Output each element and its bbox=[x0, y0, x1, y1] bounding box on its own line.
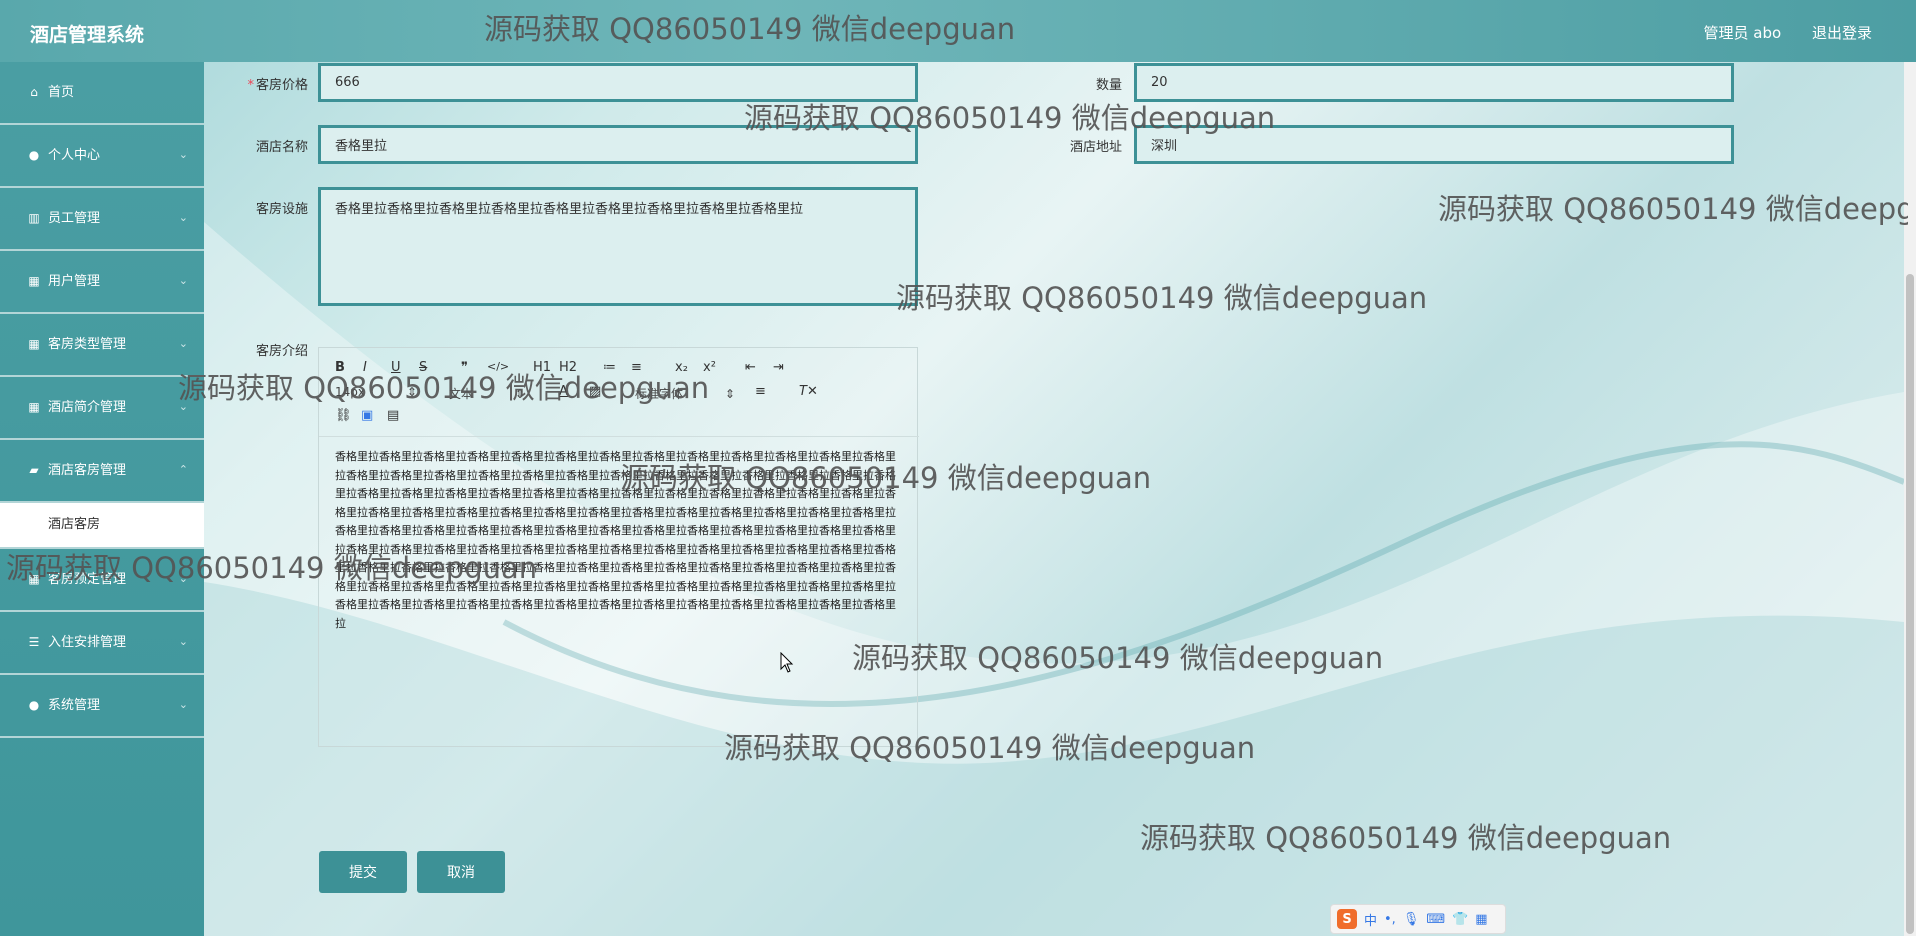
image-icon[interactable]: ▣ bbox=[361, 408, 373, 423]
header1-button[interactable]: H1 bbox=[533, 360, 551, 375]
link-icon[interactable]: ⛓ bbox=[335, 408, 352, 423]
watermark: 源码获取 QQ86050149 微信deepguan bbox=[1140, 821, 1672, 855]
watermark: 源码获取 QQ86050149 微信deepguan bbox=[896, 281, 1428, 315]
comment-icon: ▰ bbox=[29, 463, 39, 477]
shirt-icon[interactable]: 👕 bbox=[1452, 912, 1468, 927]
align-button[interactable]: ≡ bbox=[755, 384, 766, 399]
sidebar-item-hotel-intro[interactable]: ▦ 酒店简介管理 ⌄ bbox=[0, 377, 204, 440]
cancel-button[interactable]: 取消 bbox=[417, 851, 505, 893]
top-bar: 酒店管理系统 管理员 abo 退出登录 bbox=[0, 0, 1916, 62]
home-icon: ⌂ bbox=[30, 85, 38, 99]
chevron-down-icon: ⌄ bbox=[178, 148, 188, 161]
price-input[interactable]: 666 bbox=[318, 63, 918, 102]
sidebar-item-personal[interactable]: ● 个人中心 ⌄ bbox=[0, 125, 204, 188]
quantity-input[interactable]: 20 bbox=[1134, 63, 1734, 102]
hotel-address-label: 酒店地址 bbox=[1069, 140, 1122, 155]
punctuation-icon[interactable]: •, bbox=[1384, 912, 1396, 927]
sidebar-item-hotel-rooms[interactable]: ▰ 酒店客房管理 ⌃ bbox=[0, 440, 204, 503]
select-arrow-icon: ⇕ bbox=[724, 387, 735, 401]
blockquote-button[interactable]: ❞ bbox=[461, 360, 468, 375]
price-label: * 客房价格 bbox=[247, 78, 308, 93]
ime-mode-label[interactable]: 中 bbox=[1364, 910, 1377, 929]
chevron-down-icon: ⌄ bbox=[178, 211, 188, 224]
ime-toolbar[interactable]: S 中 •, 🎙 ⌨ 👕 ▦ bbox=[1330, 904, 1506, 934]
app-title: 酒店管理系统 bbox=[30, 24, 145, 46]
quantity-label: 数量 bbox=[1095, 78, 1122, 93]
chevron-down-icon: ⌄ bbox=[178, 698, 188, 711]
sliders-icon: ☰ bbox=[28, 635, 40, 649]
grid-icon: ▦ bbox=[28, 274, 40, 288]
scrollbar-thumb[interactable] bbox=[1906, 274, 1914, 934]
microphone-icon[interactable]: 🎙 bbox=[1403, 912, 1420, 927]
header2-button[interactable]: H2 bbox=[559, 360, 577, 375]
grid-icon: ▦ bbox=[28, 337, 40, 351]
chevron-down-icon: ⌄ bbox=[178, 337, 188, 350]
subscript-button[interactable]: x₂ bbox=[675, 360, 688, 375]
sidebar-item-staff[interactable]: ▥ 员工管理 ⌄ bbox=[0, 188, 204, 251]
editor-toolbar: B I U S ❞ </> H1 H2 ≔ ≡ x₂ x² ⇤ ⇥ 14px ⇕… bbox=[319, 348, 919, 437]
sidebar-item-users[interactable]: ▦ 用户管理 ⌄ bbox=[0, 251, 204, 314]
user-label[interactable]: 管理员 abo bbox=[1704, 24, 1782, 42]
hotel-name-label: 酒店名称 bbox=[255, 140, 308, 155]
hotel-address-input[interactable]: 深圳 bbox=[1134, 125, 1734, 164]
chevron-down-icon: ⌄ bbox=[178, 400, 188, 413]
italic-button[interactable]: I bbox=[363, 360, 367, 375]
sogou-logo-icon: S bbox=[1337, 909, 1357, 929]
user-icon: ● bbox=[28, 698, 40, 712]
underline-button[interactable]: U bbox=[391, 360, 401, 375]
select-arrow-icon: ⇕ bbox=[514, 387, 525, 401]
chevron-down-icon: ⌄ bbox=[178, 572, 188, 585]
bullet-list-button[interactable]: ≡ bbox=[631, 360, 642, 375]
sidebar-item-system[interactable]: ● 系统管理 ⌄ bbox=[0, 675, 204, 738]
background-color-button[interactable]: ▨ bbox=[589, 384, 601, 399]
sidebar-item-home[interactable]: ⌂ 首页 bbox=[0, 62, 204, 125]
font-family-select[interactable]: 标准字体 ⇕ bbox=[635, 385, 735, 402]
watermark: 源码获取 QQ86050149 微信deepguan bbox=[1438, 192, 1908, 226]
watermark: 源码获取 QQ86050149 微信deepguan bbox=[852, 641, 1384, 675]
user-icon: ● bbox=[28, 148, 40, 162]
sidebar-item-checkin[interactable]: ☰ 入住安排管理 ⌄ bbox=[0, 612, 204, 675]
logout-button[interactable]: 退出登录 bbox=[1812, 24, 1872, 42]
strike-button[interactable]: S bbox=[419, 360, 427, 375]
editor-content[interactable]: 香格里拉香格里拉香格里拉香格里拉香格里拉香格里拉香格里拉香格里拉香格里拉香格里拉… bbox=[335, 448, 901, 633]
top-right-menu: 管理员 abo 退出登录 bbox=[1678, 22, 1872, 43]
code-block-button[interactable]: </> bbox=[487, 360, 509, 373]
sidebar: ⌂ 首页 ● 个人中心 ⌄ ▥ 员工管理 ⌄ ▦ 用户管理 ⌄ ▦ 客房类型管理 ⌄ ▦ 酒… bbox=[0, 62, 204, 936]
indent-button[interactable]: ⇥ bbox=[773, 360, 784, 375]
facilities-label: 客房设施 bbox=[255, 202, 308, 217]
submit-button[interactable]: 提交 bbox=[319, 851, 407, 893]
video-icon[interactable]: ▤ bbox=[387, 408, 399, 423]
chevron-down-icon: ⌄ bbox=[178, 635, 188, 648]
chevron-up-icon: ⌃ bbox=[178, 463, 188, 476]
facilities-textarea[interactable]: 香格里拉香格里拉香格里拉香格里拉香格里拉香格里拉香格里拉香格里拉香格里拉 bbox=[318, 187, 918, 306]
font-size-select[interactable]: 14px ⇕ bbox=[335, 385, 417, 399]
rich-text-editor: B I U S ❞ </> H1 H2 ≔ ≡ x₂ x² ⇤ ⇥ 14px ⇕… bbox=[318, 347, 919, 747]
font-color-button[interactable]: A bbox=[559, 384, 568, 399]
apps-icon[interactable]: ▦ bbox=[1475, 912, 1487, 927]
sidebar-item-reservations[interactable]: ▦ 客房预定管理 ⌄ bbox=[0, 549, 204, 612]
chart-icon: ▥ bbox=[28, 211, 40, 225]
outdent-button[interactable]: ⇤ bbox=[745, 360, 756, 375]
sidebar-subitem-hotel-room[interactable]: 酒店客房 bbox=[0, 503, 204, 549]
bold-button[interactable]: B bbox=[335, 360, 345, 375]
intro-label: 客房介绍 bbox=[255, 344, 308, 359]
grid-icon: ▦ bbox=[28, 572, 40, 586]
superscript-button[interactable]: x² bbox=[703, 360, 716, 375]
grid-icon: ▦ bbox=[28, 400, 40, 414]
keyboard-icon[interactable]: ⌨ bbox=[1426, 912, 1445, 927]
vertical-scrollbar[interactable] bbox=[1904, 62, 1916, 936]
select-arrow-icon: ⇕ bbox=[406, 385, 417, 399]
chevron-down-icon: ⌄ bbox=[178, 274, 188, 287]
text-type-select[interactable]: 文本 ⇕ bbox=[449, 385, 525, 402]
hotel-name-input[interactable]: 香格里拉 bbox=[318, 125, 918, 164]
sidebar-item-room-types[interactable]: ▦ 客房类型管理 ⌄ bbox=[0, 314, 204, 377]
clean-format-button[interactable]: T✕ bbox=[799, 384, 818, 399]
ordered-list-button[interactable]: ≔ bbox=[603, 360, 616, 375]
mouse-cursor-icon bbox=[780, 652, 794, 673]
